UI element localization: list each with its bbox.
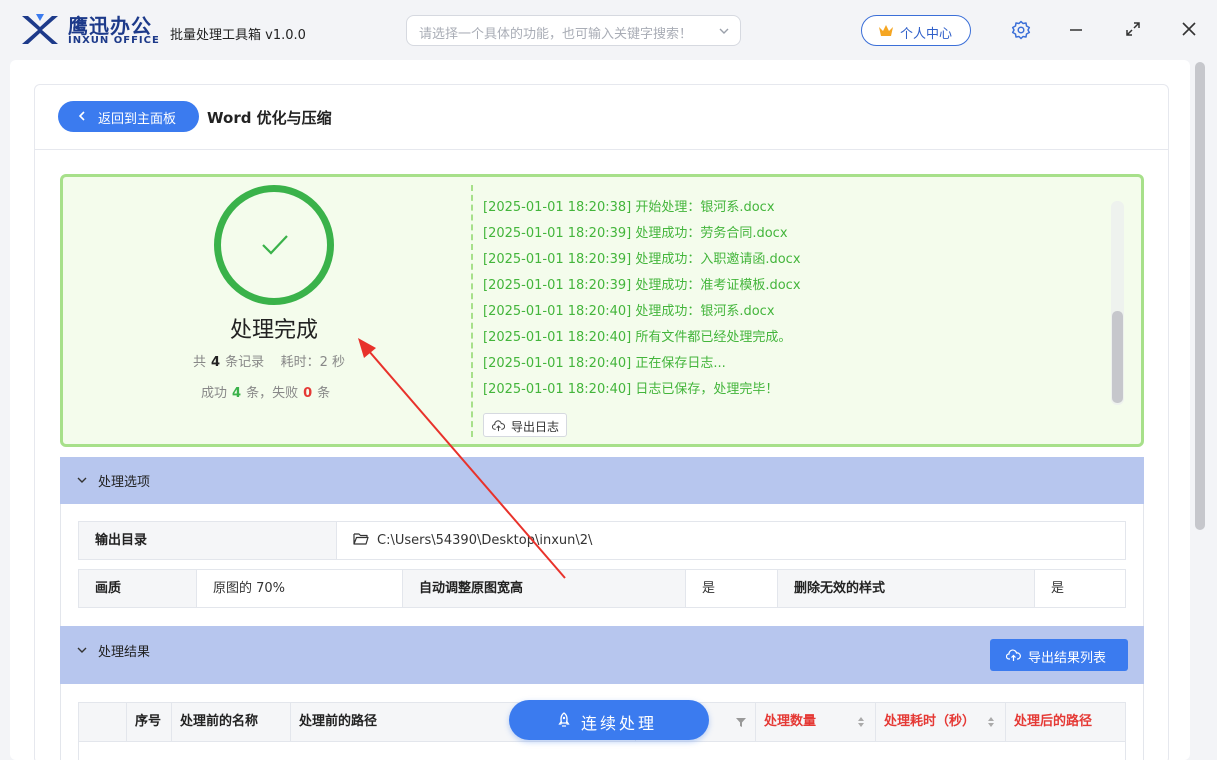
log-scrollbar[interactable] — [1111, 201, 1124, 405]
log-line: [2025-01-01 18:20:40] 处理成功：银河系.docx — [483, 304, 775, 319]
back-to-dashboard-button[interactable]: 返回到主面板 — [58, 101, 199, 132]
user-center-button[interactable]: 个人中心 — [861, 15, 971, 46]
panel-divider — [471, 185, 473, 437]
col-select — [79, 703, 127, 741]
rocket-icon — [558, 712, 570, 727]
success-prefix: 成功 — [201, 386, 228, 401]
back-button-label: 返回到主面板 — [98, 112, 177, 127]
cloud-upload-icon — [1006, 649, 1021, 661]
results-section-header[interactable]: 处理结果 — [60, 626, 1144, 684]
table-row — [78, 741, 1126, 760]
col-duration[interactable]: 处理耗时（秒） — [876, 703, 1006, 741]
output-dir-row: 输出目录 C:\Users\54390\Desktop\inxun\2\ — [78, 521, 1126, 560]
log-line: [2025-01-01 18:20:40] 所有文件都已经处理完成。 — [483, 330, 792, 345]
maximize-icon[interactable] — [1124, 20, 1142, 38]
settings-gear-icon[interactable] — [1011, 20, 1031, 40]
time-prefix: 耗时： — [280, 355, 320, 370]
remove-styles-label: 删除无效的样式 — [778, 570, 1035, 607]
col-duration-label: 处理耗时（秒） — [884, 714, 976, 729]
success-count: 4 — [232, 386, 242, 401]
chevron-down-icon — [77, 647, 87, 653]
col-output-path[interactable]: 处理后的路径 — [1006, 703, 1125, 741]
chevron-down-icon — [77, 477, 87, 483]
export-log-button[interactable]: 导出日志 — [483, 413, 567, 437]
process-log: [2025-01-01 18:20:38] 开始处理：银河系.docx [202… — [483, 200, 1103, 408]
quality-value: 原图的 70% — [197, 570, 403, 607]
options-section-label: 处理选项 — [98, 475, 151, 490]
fail-count: 0 — [303, 386, 313, 401]
user-center-label: 个人中心 — [900, 27, 953, 42]
options-section-header[interactable]: 处理选项 — [60, 457, 1144, 504]
col-source-name[interactable]: 处理前的名称 — [172, 703, 291, 741]
col-index[interactable]: 序号 — [127, 703, 172, 741]
log-scrollbar-thumb[interactable] — [1112, 311, 1123, 403]
filter-icon[interactable] — [735, 716, 747, 728]
continue-processing-label: 连续处理 — [581, 714, 658, 733]
remove-styles-value: 是 — [1035, 570, 1125, 607]
function-search-input[interactable]: 请选择一个具体的功能，也可输入关键字搜索！ — [406, 15, 741, 46]
log-line: [2025-01-01 18:20:39] 处理成功：入职邀请函.docx — [483, 252, 801, 267]
search-placeholder: 请选择一个具体的功能，也可输入关键字搜索！ — [419, 27, 693, 42]
log-line: [2025-01-01 18:20:38] 开始处理：银河系.docx — [483, 200, 775, 215]
col-count-label: 处理数量 — [764, 714, 817, 729]
log-line: [2025-01-01 18:20:39] 处理成功：劳务合同.docx — [483, 226, 788, 241]
options-row: 画质 原图的 70% 自动调整原图宽高 是 删除无效的样式 是 — [78, 569, 1126, 608]
output-dir-path: C:\Users\54390\Desktop\inxun\2\ — [377, 533, 593, 548]
export-results-button[interactable]: 导出结果列表 — [990, 639, 1128, 671]
success-suffix: 条，失败 — [246, 386, 299, 401]
export-results-label: 导出结果列表 — [1028, 651, 1107, 666]
chevron-left-icon — [78, 111, 85, 121]
output-dir-label: 输出目录 — [79, 522, 337, 559]
page-title: Word 优化与压缩 — [207, 109, 332, 127]
results-section-label: 处理结果 — [98, 645, 151, 660]
page-scrollbar[interactable] — [1193, 60, 1207, 750]
page-scrollbar-thumb[interactable] — [1195, 62, 1205, 530]
success-fail-stats: 成功 4 条，失败 0 条 — [201, 382, 330, 401]
export-log-label: 导出日志 — [511, 420, 560, 434]
sort-icon[interactable] — [987, 716, 995, 728]
time-suffix: 秒 — [332, 355, 346, 370]
sort-icon[interactable] — [857, 716, 865, 728]
folder-open-icon — [353, 533, 369, 545]
log-line: [2025-01-01 18:20:40] 日志已保存，处理完毕！ — [483, 382, 779, 397]
fail-suffix: 条 — [317, 386, 331, 401]
inxun-logo-icon — [22, 14, 58, 44]
col-count[interactable]: 处理数量 — [756, 703, 876, 741]
continue-processing-button[interactable]: 连续处理 — [509, 700, 709, 740]
tool-card-header — [34, 84, 1169, 150]
output-dir-value[interactable]: C:\Users\54390\Desktop\inxun\2\ — [337, 522, 1125, 559]
minimize-icon[interactable] — [1068, 22, 1084, 38]
total-suffix: 条记录 — [225, 355, 265, 370]
brand-name-en: INXUN OFFICE — [68, 35, 160, 46]
status-title: 处理完成 — [229, 318, 318, 343]
crown-icon — [879, 25, 893, 36]
close-icon[interactable] — [1180, 20, 1198, 38]
total-prefix: 共 — [193, 355, 207, 370]
total-count: 4 — [211, 355, 221, 370]
chevron-down-icon — [719, 28, 729, 34]
time-value: 2 — [319, 355, 328, 370]
record-stats: 共 4 条记录 耗时：2 秒 — [193, 351, 345, 370]
log-line: [2025-01-01 18:20:39] 处理成功：准考证模板.docx — [483, 278, 801, 293]
quality-label: 画质 — [79, 570, 197, 607]
app-title: 批量处理工具箱 v1.0.0 — [170, 28, 306, 43]
log-line: [2025-01-01 18:20:40] 正在保存日志... — [483, 356, 726, 371]
auto-resize-value: 是 — [686, 570, 778, 607]
auto-resize-label: 自动调整原图宽高 — [403, 570, 686, 607]
cloud-upload-icon — [492, 420, 505, 432]
checkmark-icon — [262, 235, 288, 255]
title-bar: 鹰迅办公 INXUN OFFICE 批量处理工具箱 v1.0.0 请选择一个具体… — [0, 0, 1217, 60]
